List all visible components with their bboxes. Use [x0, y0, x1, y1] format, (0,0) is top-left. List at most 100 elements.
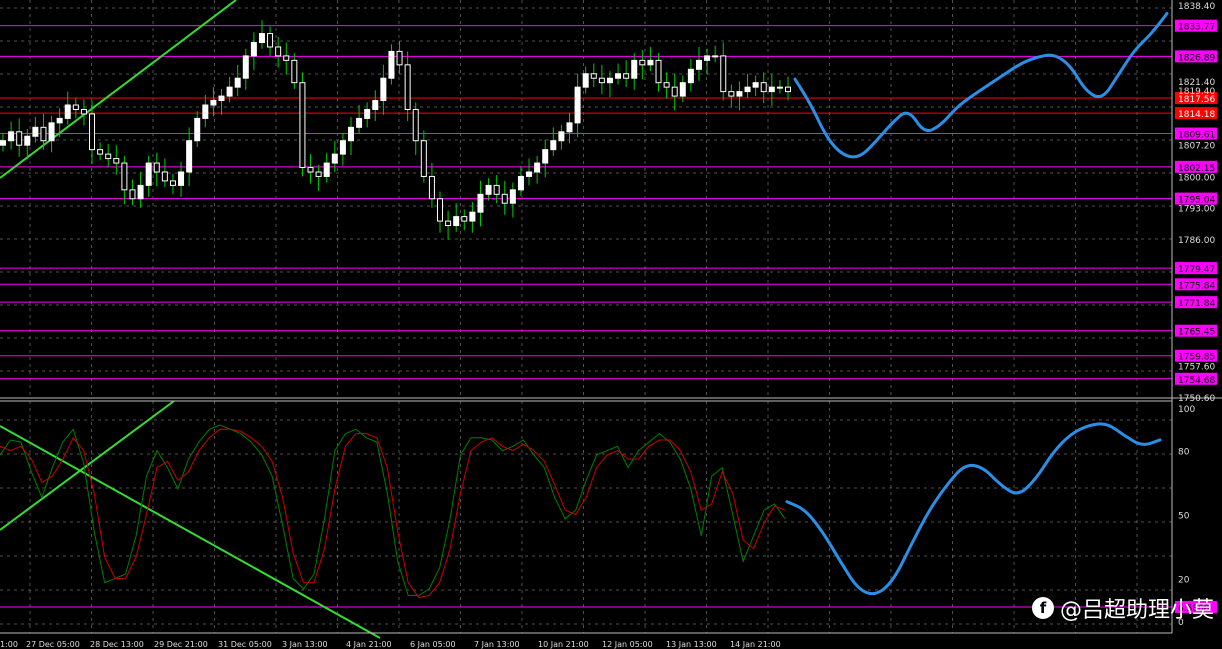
x-tick-label: 13 Jan 13:00 [666, 640, 717, 649]
candle-body [566, 122, 573, 133]
x-tick-label: 4 Jan 21:00 [346, 640, 392, 649]
candle-body [291, 59, 298, 84]
candle-body [477, 193, 484, 213]
candle-body [695, 59, 702, 70]
y-tick-label: 1750.60 [1178, 394, 1215, 404]
candle-body [485, 184, 492, 195]
candle-body [704, 55, 711, 61]
candle-body [72, 104, 79, 110]
candle-body [186, 140, 193, 173]
y-tick-label: 1838.40 [1178, 2, 1215, 12]
candle-body [364, 108, 371, 119]
panel-frames [0, 0, 1222, 634]
x-tick-label: 28 Dec 13:00 [90, 640, 144, 649]
x-tick-label: 12 Jan 05:00 [602, 640, 653, 649]
candle-body [461, 216, 468, 222]
candle-body [145, 162, 152, 186]
candle-body [623, 73, 630, 79]
level-label: 1826.89 [1178, 53, 1215, 63]
candle-body [89, 113, 96, 151]
y-tick-label: 1786.00 [1178, 236, 1215, 246]
candle-body [267, 33, 274, 48]
candle-body [32, 126, 39, 137]
candle-body [615, 73, 622, 79]
x-tick-label: 1:00 [0, 640, 18, 649]
candle-body [169, 180, 176, 186]
watermark-text: @吕超助理小莫 [1059, 598, 1214, 623]
candle-body [663, 82, 670, 88]
candle-body [48, 122, 55, 142]
x-tick-label: 6 Jan 05:00 [410, 640, 456, 649]
candle-body [590, 73, 597, 79]
candle-body [647, 59, 654, 66]
candle-body [339, 140, 346, 155]
candle-body [469, 211, 476, 222]
candle-body [121, 162, 128, 191]
candle-body [509, 189, 516, 204]
x-tick-label: 29 Dec 21:00 [154, 640, 208, 649]
candle-body [161, 171, 168, 182]
candle-body [8, 131, 15, 142]
candle-body [453, 216, 460, 227]
candle-body [178, 171, 185, 186]
candle-body [380, 77, 387, 102]
candle-body [80, 108, 87, 115]
candle-body [534, 162, 541, 173]
candle-body [356, 117, 363, 128]
candle-body [493, 184, 500, 195]
candle-body [606, 77, 613, 84]
candle-body [331, 153, 338, 164]
forecast-curve [785, 422, 1162, 596]
candle-body [242, 55, 249, 79]
candle-body [194, 117, 201, 142]
x-tick-label: 7 Jan 13:00 [474, 640, 520, 649]
candle-body [631, 59, 638, 79]
candle-body [0, 140, 6, 146]
candle-body [412, 108, 419, 142]
candle-body [687, 68, 694, 84]
candle-body [744, 86, 751, 93]
grid [0, 0, 1172, 633]
candle-body [210, 100, 217, 106]
candle-body [639, 59, 646, 66]
y-tick-label: 80 [1178, 448, 1190, 458]
forecast-curves [785, 11, 1169, 596]
y-tick-label: 1757.60 [1178, 363, 1215, 373]
candle-body [24, 135, 31, 146]
candle-body [226, 86, 233, 97]
candle-body [40, 126, 47, 142]
candle-body [283, 55, 290, 61]
candle-body [56, 117, 63, 124]
candle-body [598, 77, 605, 84]
candle-body [315, 171, 322, 177]
y-tick-label: 50 [1178, 512, 1190, 522]
x-tick-label: 27 Dec 05:00 [26, 640, 80, 649]
candle-body [752, 82, 759, 88]
candle-body [258, 33, 265, 44]
candle-body [218, 95, 225, 102]
watermark: f @吕超助理小莫 [1031, 592, 1214, 624]
candle-body [202, 104, 209, 119]
x-tick-label: 3 Jan 13:00 [282, 640, 328, 649]
chart-canvas: 1833.771826.891817.561814.181809.611802.… [0, 0, 1222, 649]
candle-body [776, 86, 783, 89]
oscillator-lines [0, 424, 786, 599]
candle-body [760, 82, 767, 93]
candle-body [728, 91, 735, 97]
candle-body [396, 50, 403, 66]
candle-body [347, 126, 354, 142]
oscillator-line [0, 424, 786, 596]
y-tick-label: 100 [1178, 405, 1195, 415]
level-lines [0, 25, 1172, 608]
candle-body [105, 153, 112, 160]
level-label: 1775.84 [1178, 281, 1215, 291]
candle-body [64, 104, 71, 119]
candle-body [558, 131, 565, 142]
candle-body [307, 167, 314, 173]
candle-body [129, 189, 136, 200]
axis-labels: 1833.771826.891817.561814.181809.611802.… [0, 2, 1217, 649]
candle-body [420, 140, 427, 177]
candle-body [542, 149, 549, 164]
forecast-curve [793, 11, 1169, 159]
candle-body [679, 82, 686, 97]
